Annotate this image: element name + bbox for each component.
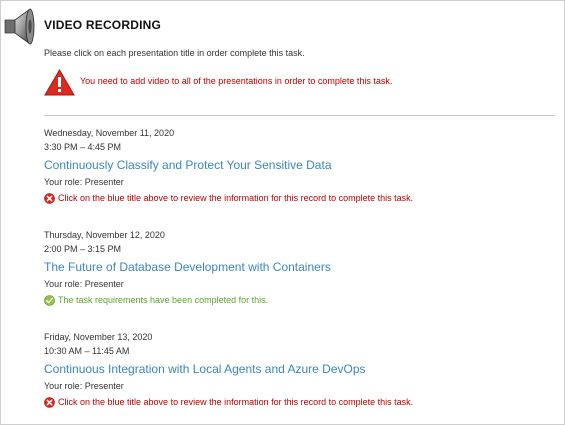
speaker-icon	[4, 8, 35, 45]
page-title: VIDEO RECORDING	[44, 18, 162, 32]
session-status: Click on the blue title above to review …	[44, 395, 544, 409]
instructions-text: Please click on each presentation title …	[44, 48, 305, 58]
session-status-text: The task requirements have been complete…	[58, 295, 269, 305]
session-item: Wednesday, November 11, 2020 3:30 PM – 4…	[44, 127, 544, 205]
session-time: 2:00 PM – 3:15 PM	[44, 244, 122, 254]
error-x-icon	[44, 192, 55, 204]
session-role: Your role: Presenter	[44, 279, 124, 289]
warning-message: You need to add video to all of the pres…	[80, 76, 393, 86]
session-status-text: Click on the blue title above to review …	[58, 193, 414, 203]
session-item: Friday, November 13, 2020 10:30 AM – 11:…	[44, 331, 544, 409]
video-recording-panel: VIDEO RECORDING Please click on each pre…	[0, 0, 565, 425]
divider	[44, 115, 555, 116]
error-x-icon	[44, 396, 55, 408]
session-time: 3:30 PM – 4:45 PM	[44, 142, 122, 152]
session-date: Wednesday, November 11, 2020	[44, 128, 175, 138]
session-status: Click on the blue title above to review …	[44, 191, 544, 205]
session-item: Thursday, November 12, 2020 2:00 PM – 3:…	[44, 229, 544, 307]
session-date: Thursday, November 12, 2020	[44, 230, 165, 240]
session-role: Your role: Presenter	[44, 381, 124, 391]
session-role: Your role: Presenter	[44, 177, 124, 187]
session-date: Friday, November 13, 2020	[44, 332, 153, 342]
session-title-link[interactable]: The Future of Database Development with …	[44, 259, 544, 276]
check-icon	[44, 294, 55, 306]
session-time: 10:30 AM – 11:45 AM	[44, 346, 130, 356]
warning-triangle-icon	[44, 69, 75, 96]
session-title-link[interactable]: Continuously Classify and Protect Your S…	[44, 157, 544, 174]
session-status-text: Click on the blue title above to review …	[58, 397, 414, 407]
session-status: The task requirements have been complete…	[44, 293, 544, 307]
session-title-link[interactable]: Continuous Integration with Local Agents…	[44, 361, 544, 378]
